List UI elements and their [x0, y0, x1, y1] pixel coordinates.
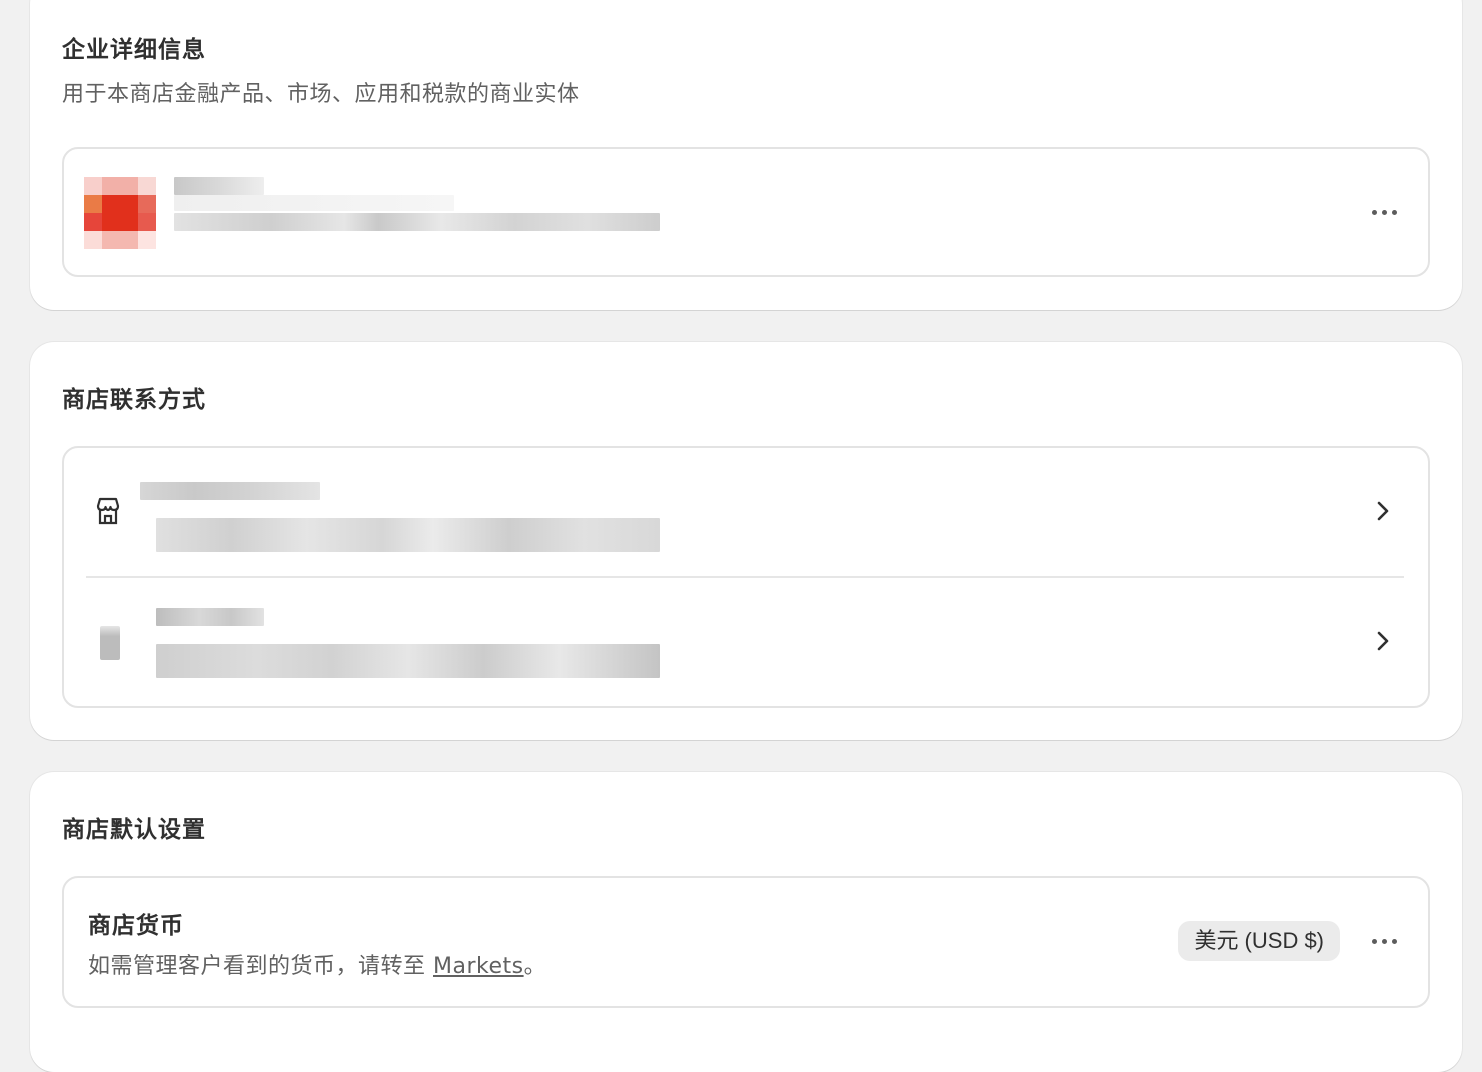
store-defaults-card: 商店默认设置 商店货币 如需管理客户看到的货币，请转至 Markets。 美元 … [30, 772, 1462, 1072]
phone-number-redacted [156, 608, 264, 626]
business-name-redacted [174, 177, 264, 195]
store-defaults-title: 商店默认设置 [62, 817, 206, 843]
store-contact-title: 商店联系方式 [62, 387, 206, 413]
store-currency-row: 商店货币 如需管理客户看到的货币，请转至 Markets。 美元 (USD $) [62, 876, 1430, 1008]
store-email-redacted [156, 518, 660, 552]
chevron-right-icon[interactable] [1368, 626, 1398, 656]
store-icon [94, 496, 122, 526]
currency-badge: 美元 (USD $) [1178, 921, 1340, 961]
address-redacted [156, 644, 660, 678]
business-address-redacted [174, 213, 660, 231]
business-details-card: 企业详细信息 用于本商店金融产品、市场、应用和税款的商业实体 [30, 0, 1462, 310]
phone-icon [100, 626, 120, 660]
business-logo [84, 177, 156, 249]
business-details-subtitle: 用于本商店金融产品、市场、应用和税款的商业实体 [62, 82, 580, 107]
business-more-button[interactable] [1364, 196, 1404, 228]
store-currency-description: 如需管理客户看到的货币，请转至 Markets。 [88, 948, 546, 980]
chevron-right-icon[interactable] [1368, 496, 1398, 526]
store-contact-card: 商店联系方式 [30, 342, 1462, 740]
business-entity-row[interactable] [62, 147, 1430, 277]
markets-link[interactable]: Markets [433, 954, 524, 979]
store-currency-label: 商店货币 [88, 913, 184, 939]
currency-desc-prefix: 如需管理客户看到的货币，请转至 [88, 954, 433, 979]
currency-more-button[interactable] [1364, 925, 1404, 957]
business-details-title: 企业详细信息 [62, 37, 206, 63]
store-name-redacted [140, 482, 320, 500]
contact-row-store[interactable] [64, 448, 1428, 576]
currency-desc-suffix: 。 [523, 954, 547, 979]
contact-row-phone[interactable] [64, 578, 1428, 708]
contact-list [62, 446, 1430, 708]
